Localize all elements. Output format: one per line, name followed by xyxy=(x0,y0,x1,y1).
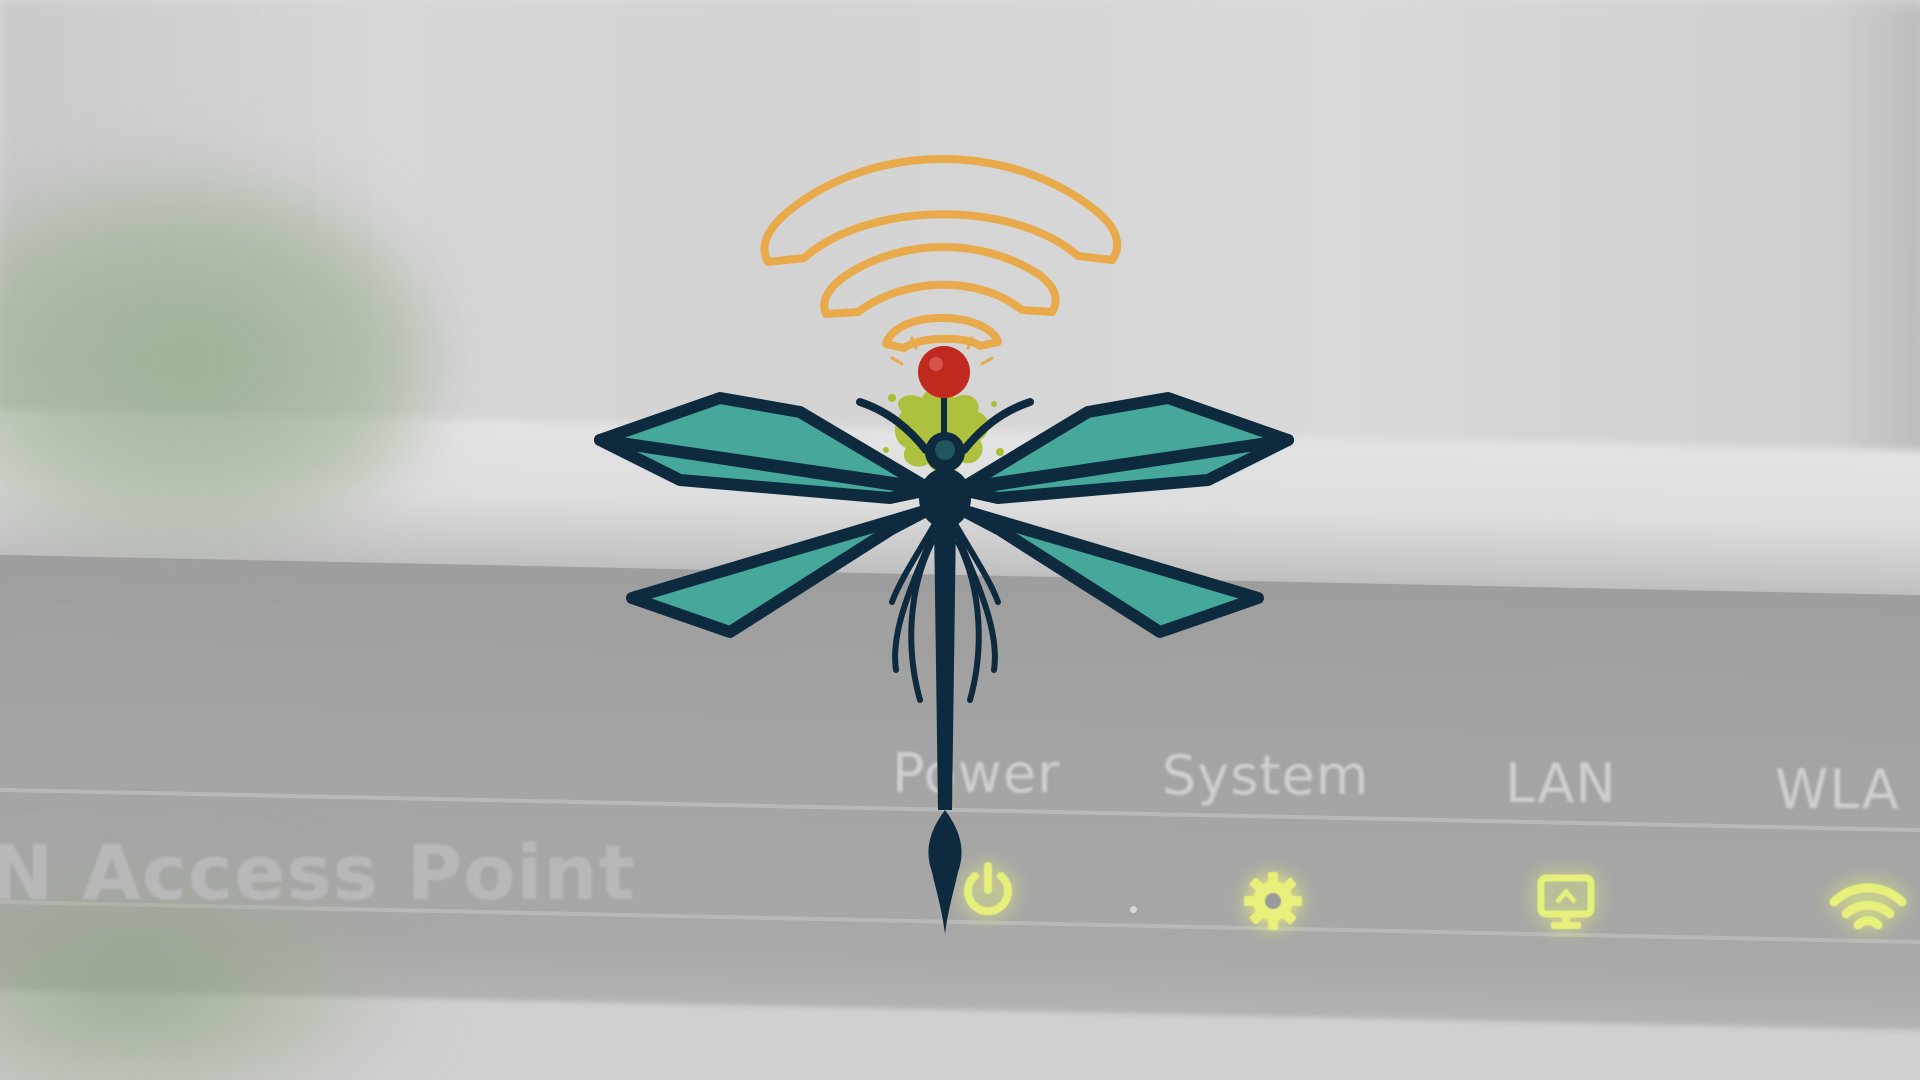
wifi-arcs-icon xyxy=(760,155,1122,352)
photo-scene: N Access Point Power System LAN WLA xyxy=(0,0,1920,1080)
dragonfly-wifi-logo xyxy=(594,155,1294,934)
dragonfly-head-icon xyxy=(918,346,970,398)
lan-monitor-icon xyxy=(1537,874,1595,929)
wlan-indicator-label: WLA xyxy=(1775,758,1900,821)
device-model-label: N Access Point xyxy=(0,828,636,917)
dragonfly-body-icon xyxy=(919,432,971,934)
background-shadow xyxy=(1840,0,1920,480)
wifi-icon xyxy=(1829,883,1907,930)
lan-indicator-label: LAN xyxy=(1505,752,1617,815)
